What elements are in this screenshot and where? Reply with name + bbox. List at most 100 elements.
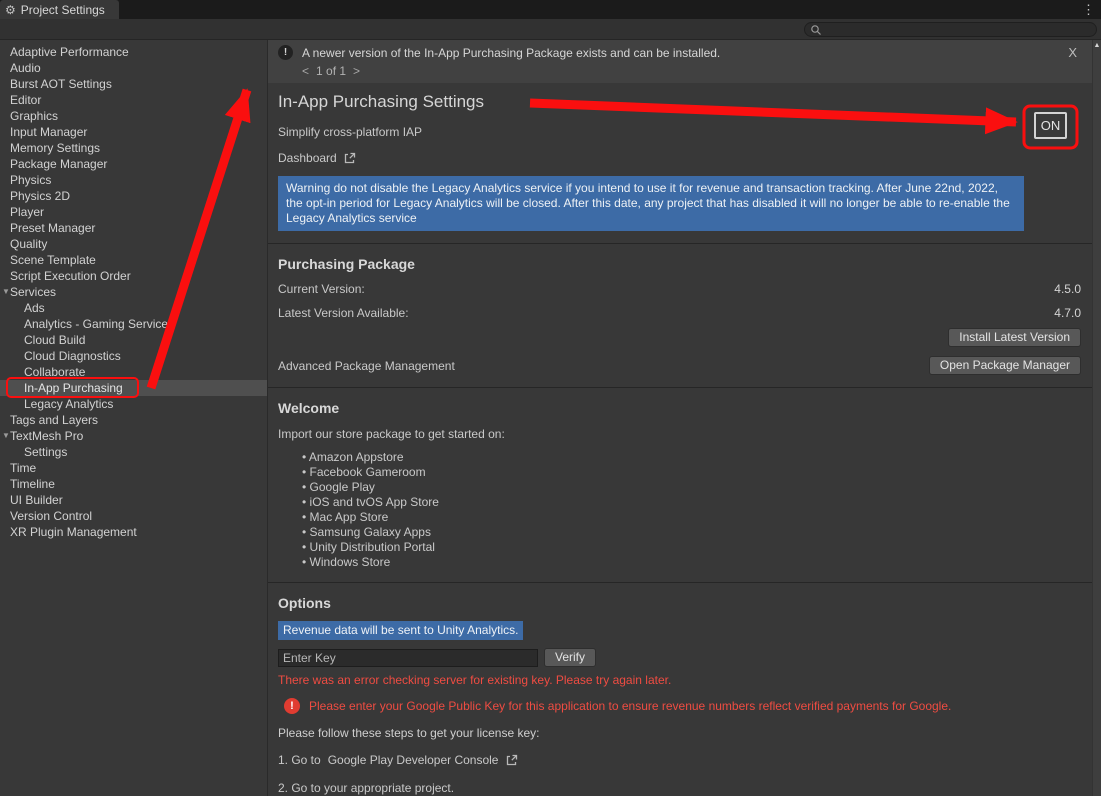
analytics-note: Revenue data will be sent to Unity Analy… [278, 621, 523, 640]
google-key-error-text: Please enter your Google Public Key for … [309, 699, 951, 714]
error-icon: ! [284, 698, 300, 714]
sidebar-item-legacy-analytics[interactable]: Legacy Analytics [0, 396, 267, 412]
purchasing-package-section: Purchasing Package Current Version: 4.5.… [268, 256, 1093, 375]
section-heading-purchasing-package: Purchasing Package [278, 256, 1093, 273]
sidebar-item-player[interactable]: Player [0, 204, 267, 220]
sidebar-item-input-manager[interactable]: Input Manager [0, 124, 267, 140]
next-notification-button[interactable]: > [353, 64, 360, 78]
notification-pagination: 1 of 1 [316, 64, 346, 78]
sidebar-item-preset-manager[interactable]: Preset Manager [0, 220, 267, 236]
list-item: Facebook Gameroom [302, 465, 1093, 480]
scroll-up-icon[interactable]: ▲ [1093, 42, 1101, 49]
install-latest-version-button[interactable]: Install Latest Version [948, 328, 1081, 347]
close-icon[interactable]: X [1068, 45, 1077, 60]
sidebar-item-package-manager[interactable]: Package Manager [0, 156, 267, 172]
notification-banner: ! A newer version of the In-App Purchasi… [268, 40, 1093, 83]
google-key-error-row: ! Please enter your Google Public Key fo… [284, 698, 1093, 714]
page-title: In-App Purchasing Settings [278, 92, 1093, 112]
sidebar-item-scene-template[interactable]: Scene Template [0, 252, 267, 268]
foldout-icon[interactable]: ▼ [2, 428, 10, 444]
verify-button[interactable]: Verify [544, 648, 596, 667]
notification-pager: < 1 of 1 > [302, 64, 1083, 78]
external-link-icon[interactable] [343, 152, 356, 165]
divider [268, 243, 1093, 244]
store-list: Amazon Appstore Facebook Gameroom Google… [302, 450, 1093, 570]
welcome-intro: Import our store package to get started … [278, 427, 1093, 442]
advanced-package-management-label: Advanced Package Management [278, 359, 455, 373]
install-row: Install Latest Version [268, 328, 1093, 347]
iap-enabled-toggle[interactable]: ON [1034, 112, 1067, 139]
sidebar-item-ads[interactable]: Ads [0, 300, 267, 316]
tab-project-settings[interactable]: ⚙ Project Settings [0, 0, 119, 19]
dashboard-link[interactable]: Dashboard [278, 151, 337, 166]
step-1-row: 1. Go to Google Play Developer Console [278, 753, 1093, 768]
sidebar-item-burst-aot-settings[interactable]: Burst AOT Settings [0, 76, 267, 92]
gear-icon: ⚙ [5, 4, 16, 16]
sidebar-item-collaborate[interactable]: Collaborate [0, 364, 267, 380]
search-icon [810, 24, 822, 36]
sidebar-item-editor[interactable]: Editor [0, 92, 267, 108]
toolbar [0, 19, 1101, 40]
sidebar-item-services[interactable]: ▼Services [0, 284, 267, 300]
dashboard-row: Dashboard [278, 151, 1093, 166]
settings-sidebar: Adaptive Performance Audio Burst AOT Set… [0, 40, 267, 796]
current-version-label: Current Version: [278, 282, 365, 297]
options-section: Options Revenue data will be sent to Uni… [268, 595, 1093, 796]
settings-content-panel: ! A newer version of the In-App Purchasi… [267, 40, 1093, 796]
external-link-icon[interactable] [505, 754, 518, 767]
notification-message: A newer version of the In-App Purchasing… [302, 46, 720, 60]
latest-version-row: Latest Version Available: 4.7.0 [268, 306, 1093, 321]
info-icon: ! [278, 45, 293, 60]
list-item: Windows Store [302, 555, 1093, 570]
sidebar-item-ui-builder[interactable]: UI Builder [0, 492, 267, 508]
sidebar-item-textmesh-settings[interactable]: Settings [0, 444, 267, 460]
sidebar-item-audio[interactable]: Audio [0, 60, 267, 76]
license-key-input[interactable] [278, 649, 538, 667]
sidebar-item-xr-plugin-management[interactable]: XR Plugin Management [0, 524, 267, 540]
sidebar-item-memory-settings[interactable]: Memory Settings [0, 140, 267, 156]
section-heading-welcome: Welcome [278, 400, 1093, 417]
license-key-row: Verify [278, 648, 1093, 667]
sidebar-item-script-execution-order[interactable]: Script Execution Order [0, 268, 267, 284]
scrollbar[interactable]: ▲ [1092, 40, 1101, 796]
sidebar-item-in-app-purchasing[interactable]: In-App Purchasing [0, 380, 267, 396]
sidebar-item-timeline[interactable]: Timeline [0, 476, 267, 492]
sidebar-item-physics-2d[interactable]: Physics 2D [0, 188, 267, 204]
sidebar-item-time[interactable]: Time [0, 460, 267, 476]
sidebar-item-analytics-gaming-services[interactable]: Analytics - Gaming Services [0, 316, 267, 332]
sidebar-item-physics[interactable]: Physics [0, 172, 267, 188]
server-error-text: There was an error checking server for e… [278, 673, 1093, 688]
sidebar-item-textmesh-pro[interactable]: ▼TextMesh Pro [0, 428, 267, 444]
sidebar-item-cloud-diagnostics[interactable]: Cloud Diagnostics [0, 348, 267, 364]
search-input[interactable] [826, 23, 1091, 36]
divider [268, 387, 1093, 388]
sidebar-item-graphics[interactable]: Graphics [0, 108, 267, 124]
divider [268, 582, 1093, 583]
open-package-manager-button[interactable]: Open Package Manager [929, 356, 1081, 375]
sidebar-item-cloud-build[interactable]: Cloud Build [0, 332, 267, 348]
steps-intro: Please follow these steps to get your li… [278, 726, 1093, 741]
list-item: Google Play [302, 480, 1093, 495]
window-title: Project Settings [21, 3, 105, 17]
list-item: Samsung Galaxy Apps [302, 525, 1093, 540]
prev-notification-button[interactable]: < [302, 64, 309, 78]
latest-version-value: 4.7.0 [1054, 306, 1081, 321]
search-field[interactable] [804, 22, 1097, 37]
legacy-analytics-warning: Warning do not disable the Legacy Analyt… [278, 176, 1024, 231]
section-heading-options: Options [278, 595, 1093, 612]
google-play-console-link[interactable]: Google Play Developer Console [328, 753, 499, 768]
current-version-row: Current Version: 4.5.0 [268, 282, 1093, 297]
foldout-icon[interactable]: ▼ [2, 284, 10, 300]
kebab-menu-icon[interactable]: ⋮ [1082, 2, 1095, 18]
sidebar-item-version-control[interactable]: Version Control [0, 508, 267, 524]
sidebar-item-adaptive-performance[interactable]: Adaptive Performance [0, 44, 267, 60]
sidebar-item-tags-and-layers[interactable]: Tags and Layers [0, 412, 267, 428]
sidebar-item-quality[interactable]: Quality [0, 236, 267, 252]
list-item: iOS and tvOS App Store [302, 495, 1093, 510]
subtitle: Simplify cross-platform IAP [278, 125, 1093, 140]
current-version-value: 4.5.0 [1054, 282, 1081, 297]
step-2-text: 2. Go to your appropriate project. [278, 781, 1093, 796]
latest-version-label: Latest Version Available: [278, 306, 409, 321]
titlebar: ⚙ Project Settings ⋮ [0, 0, 1101, 19]
step-1-prefix: 1. Go to [278, 753, 321, 768]
